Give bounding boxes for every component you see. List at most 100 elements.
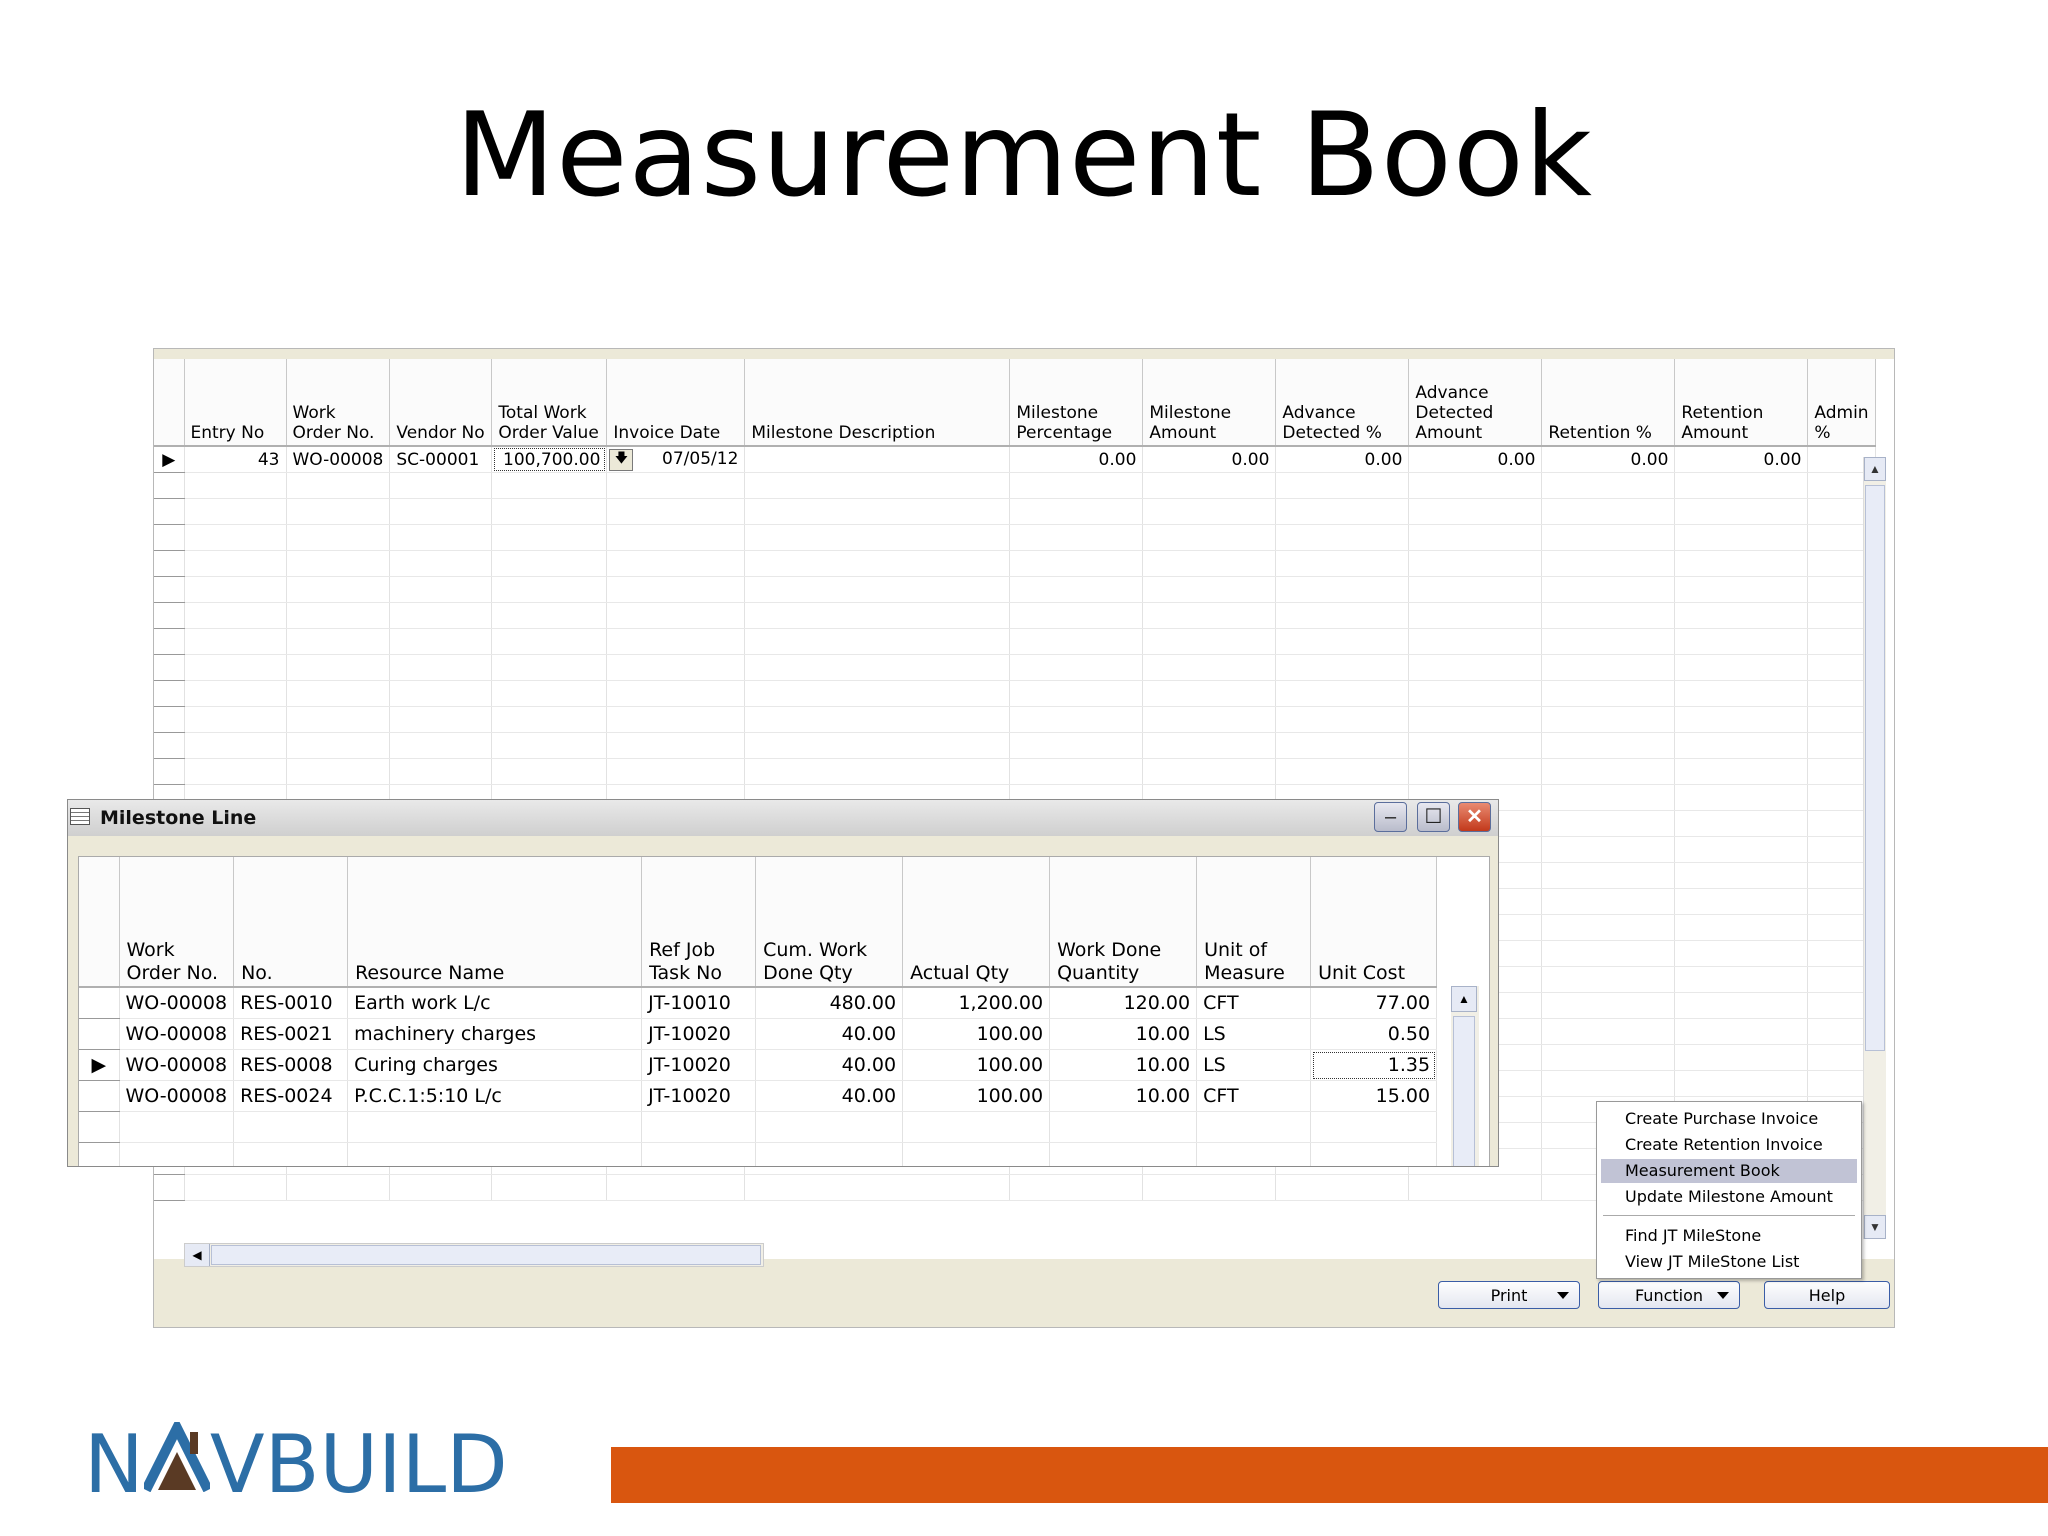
empty-cell[interactable] xyxy=(389,524,493,551)
empty-cell[interactable] xyxy=(1541,550,1676,577)
empty-cell[interactable] xyxy=(1275,654,1410,681)
empty-cell[interactable] xyxy=(389,732,493,759)
empty-cell[interactable] xyxy=(1275,732,1410,759)
work-order-no-cell[interactable]: WO-00008 xyxy=(119,1018,235,1050)
work-order-no-cell[interactable]: WO-00008 xyxy=(119,1080,235,1112)
row-selector[interactable] xyxy=(154,706,185,733)
resource-name-cell[interactable]: machinery charges xyxy=(347,1018,643,1050)
empty-cell[interactable] xyxy=(641,1142,757,1166)
milestone-percentage-cell[interactable]: 0.00 xyxy=(1009,446,1144,473)
empty-cell[interactable] xyxy=(606,706,746,733)
empty-cell[interactable] xyxy=(1408,602,1543,629)
empty-cell[interactable] xyxy=(389,550,493,577)
empty-cell[interactable] xyxy=(902,1142,1051,1166)
empty-cell[interactable] xyxy=(1275,472,1410,499)
empty-cell[interactable] xyxy=(1009,576,1144,603)
empty-cell[interactable] xyxy=(744,524,1011,551)
scroll-up-icon[interactable]: ▲ xyxy=(1451,986,1477,1012)
empty-cell[interactable] xyxy=(389,498,493,525)
empty-cell[interactable] xyxy=(1541,810,1676,837)
empty-cell[interactable] xyxy=(606,524,746,551)
empty-cell[interactable] xyxy=(184,680,287,707)
unit-of-measure-cell[interactable]: CFT xyxy=(1196,987,1312,1019)
empty-cell[interactable] xyxy=(233,1111,349,1143)
empty-cell[interactable] xyxy=(1408,472,1543,499)
empty-cell[interactable] xyxy=(1541,524,1676,551)
row-selector[interactable] xyxy=(154,758,185,785)
empty-cell[interactable] xyxy=(389,472,493,499)
empty-cell[interactable] xyxy=(1674,680,1809,707)
empty-cell[interactable] xyxy=(389,654,493,681)
empty-cell[interactable] xyxy=(755,1111,904,1143)
empty-cell[interactable] xyxy=(1541,680,1676,707)
advance-detected-amount-cell[interactable]: 0.00 xyxy=(1408,446,1543,473)
empty-cell[interactable] xyxy=(744,758,1011,785)
empty-cell[interactable] xyxy=(389,706,493,733)
empty-cell[interactable] xyxy=(1009,654,1144,681)
empty-cell[interactable] xyxy=(1408,680,1543,707)
actual-qty-cell[interactable]: 100.00 xyxy=(902,1018,1051,1050)
col-cum-work-done-qty[interactable]: Cum. Work Done Qty xyxy=(755,857,904,988)
empty-cell[interactable] xyxy=(1009,706,1144,733)
empty-cell[interactable] xyxy=(1049,1142,1198,1166)
empty-cell[interactable] xyxy=(606,628,746,655)
empty-cell[interactable] xyxy=(286,706,391,733)
empty-cell[interactable] xyxy=(1541,862,1676,889)
advance-detected-pct-cell[interactable]: 0.00 xyxy=(1275,446,1410,473)
menu-item-find-jt-milestone[interactable]: Find JT MileStone xyxy=(1601,1224,1857,1248)
empty-cell[interactable] xyxy=(184,1174,287,1201)
col-total-work-order-value[interactable]: Total Work Order Value xyxy=(491,359,608,447)
empty-cell[interactable] xyxy=(744,628,1011,655)
scroll-thumb[interactable] xyxy=(1865,485,1885,1051)
row-selector[interactable] xyxy=(154,524,185,551)
empty-cell[interactable] xyxy=(286,498,391,525)
empty-cell[interactable] xyxy=(1408,706,1543,733)
table-row[interactable] xyxy=(154,758,1876,785)
table-row[interactable] xyxy=(154,628,1876,655)
work-done-quantity-cell[interactable]: 10.00 xyxy=(1049,1049,1198,1081)
empty-cell[interactable] xyxy=(1275,576,1410,603)
empty-cell[interactable] xyxy=(1142,524,1277,551)
empty-cell[interactable] xyxy=(1009,628,1144,655)
row-selector[interactable] xyxy=(154,472,185,499)
ref-job-task-no-cell[interactable]: JT-10020 xyxy=(641,1049,757,1081)
table-row[interactable] xyxy=(154,576,1876,603)
total-work-order-value-cell[interactable]: 100,700.00 xyxy=(491,446,608,473)
row-pointer-icon[interactable]: ▶ xyxy=(154,446,185,473)
empty-cell[interactable] xyxy=(744,472,1011,499)
empty-cell[interactable] xyxy=(1009,550,1144,577)
cum-work-done-qty-cell[interactable]: 40.00 xyxy=(755,1080,904,1112)
col-milestone-percentage[interactable]: Milestone Percentage xyxy=(1009,359,1144,447)
col-no[interactable]: No. xyxy=(233,857,349,988)
no-cell[interactable]: RES-0024 xyxy=(233,1080,349,1112)
empty-cell[interactable] xyxy=(1541,836,1676,863)
empty-cell[interactable] xyxy=(1674,602,1809,629)
empty-cell[interactable] xyxy=(1009,732,1144,759)
empty-cell[interactable] xyxy=(1408,758,1543,785)
empty-cell[interactable] xyxy=(184,706,287,733)
print-button[interactable]: Print xyxy=(1438,1281,1580,1309)
row-selector[interactable] xyxy=(154,680,185,707)
empty-cell[interactable] xyxy=(1275,1174,1410,1201)
unit-cost-cell[interactable]: 77.00 xyxy=(1310,987,1438,1019)
milestone-description-cell[interactable] xyxy=(744,446,1011,473)
empty-cell[interactable] xyxy=(1275,680,1410,707)
table-row[interactable] xyxy=(154,732,1876,759)
empty-cell[interactable] xyxy=(1142,680,1277,707)
empty-cell[interactable] xyxy=(184,654,287,681)
empty-cell[interactable] xyxy=(1142,654,1277,681)
empty-cell[interactable] xyxy=(491,706,608,733)
col-unit-cost[interactable]: Unit Cost xyxy=(1310,857,1438,988)
empty-cell[interactable] xyxy=(1674,628,1809,655)
empty-cell[interactable] xyxy=(491,472,608,499)
empty-cell[interactable] xyxy=(286,654,391,681)
empty-cell[interactable] xyxy=(1408,1174,1543,1201)
col-entry-no[interactable]: Entry No xyxy=(184,359,287,447)
milestone-amount-cell[interactable]: 0.00 xyxy=(1142,446,1277,473)
unit-of-measure-cell[interactable]: LS xyxy=(1196,1018,1312,1050)
table-row[interactable] xyxy=(79,1111,1438,1143)
menu-item-view-jt-milestone-list[interactable]: View JT MileStone List xyxy=(1601,1250,1857,1274)
empty-cell[interactable] xyxy=(1674,810,1809,837)
empty-cell[interactable] xyxy=(1275,498,1410,525)
empty-cell[interactable] xyxy=(606,1174,746,1201)
